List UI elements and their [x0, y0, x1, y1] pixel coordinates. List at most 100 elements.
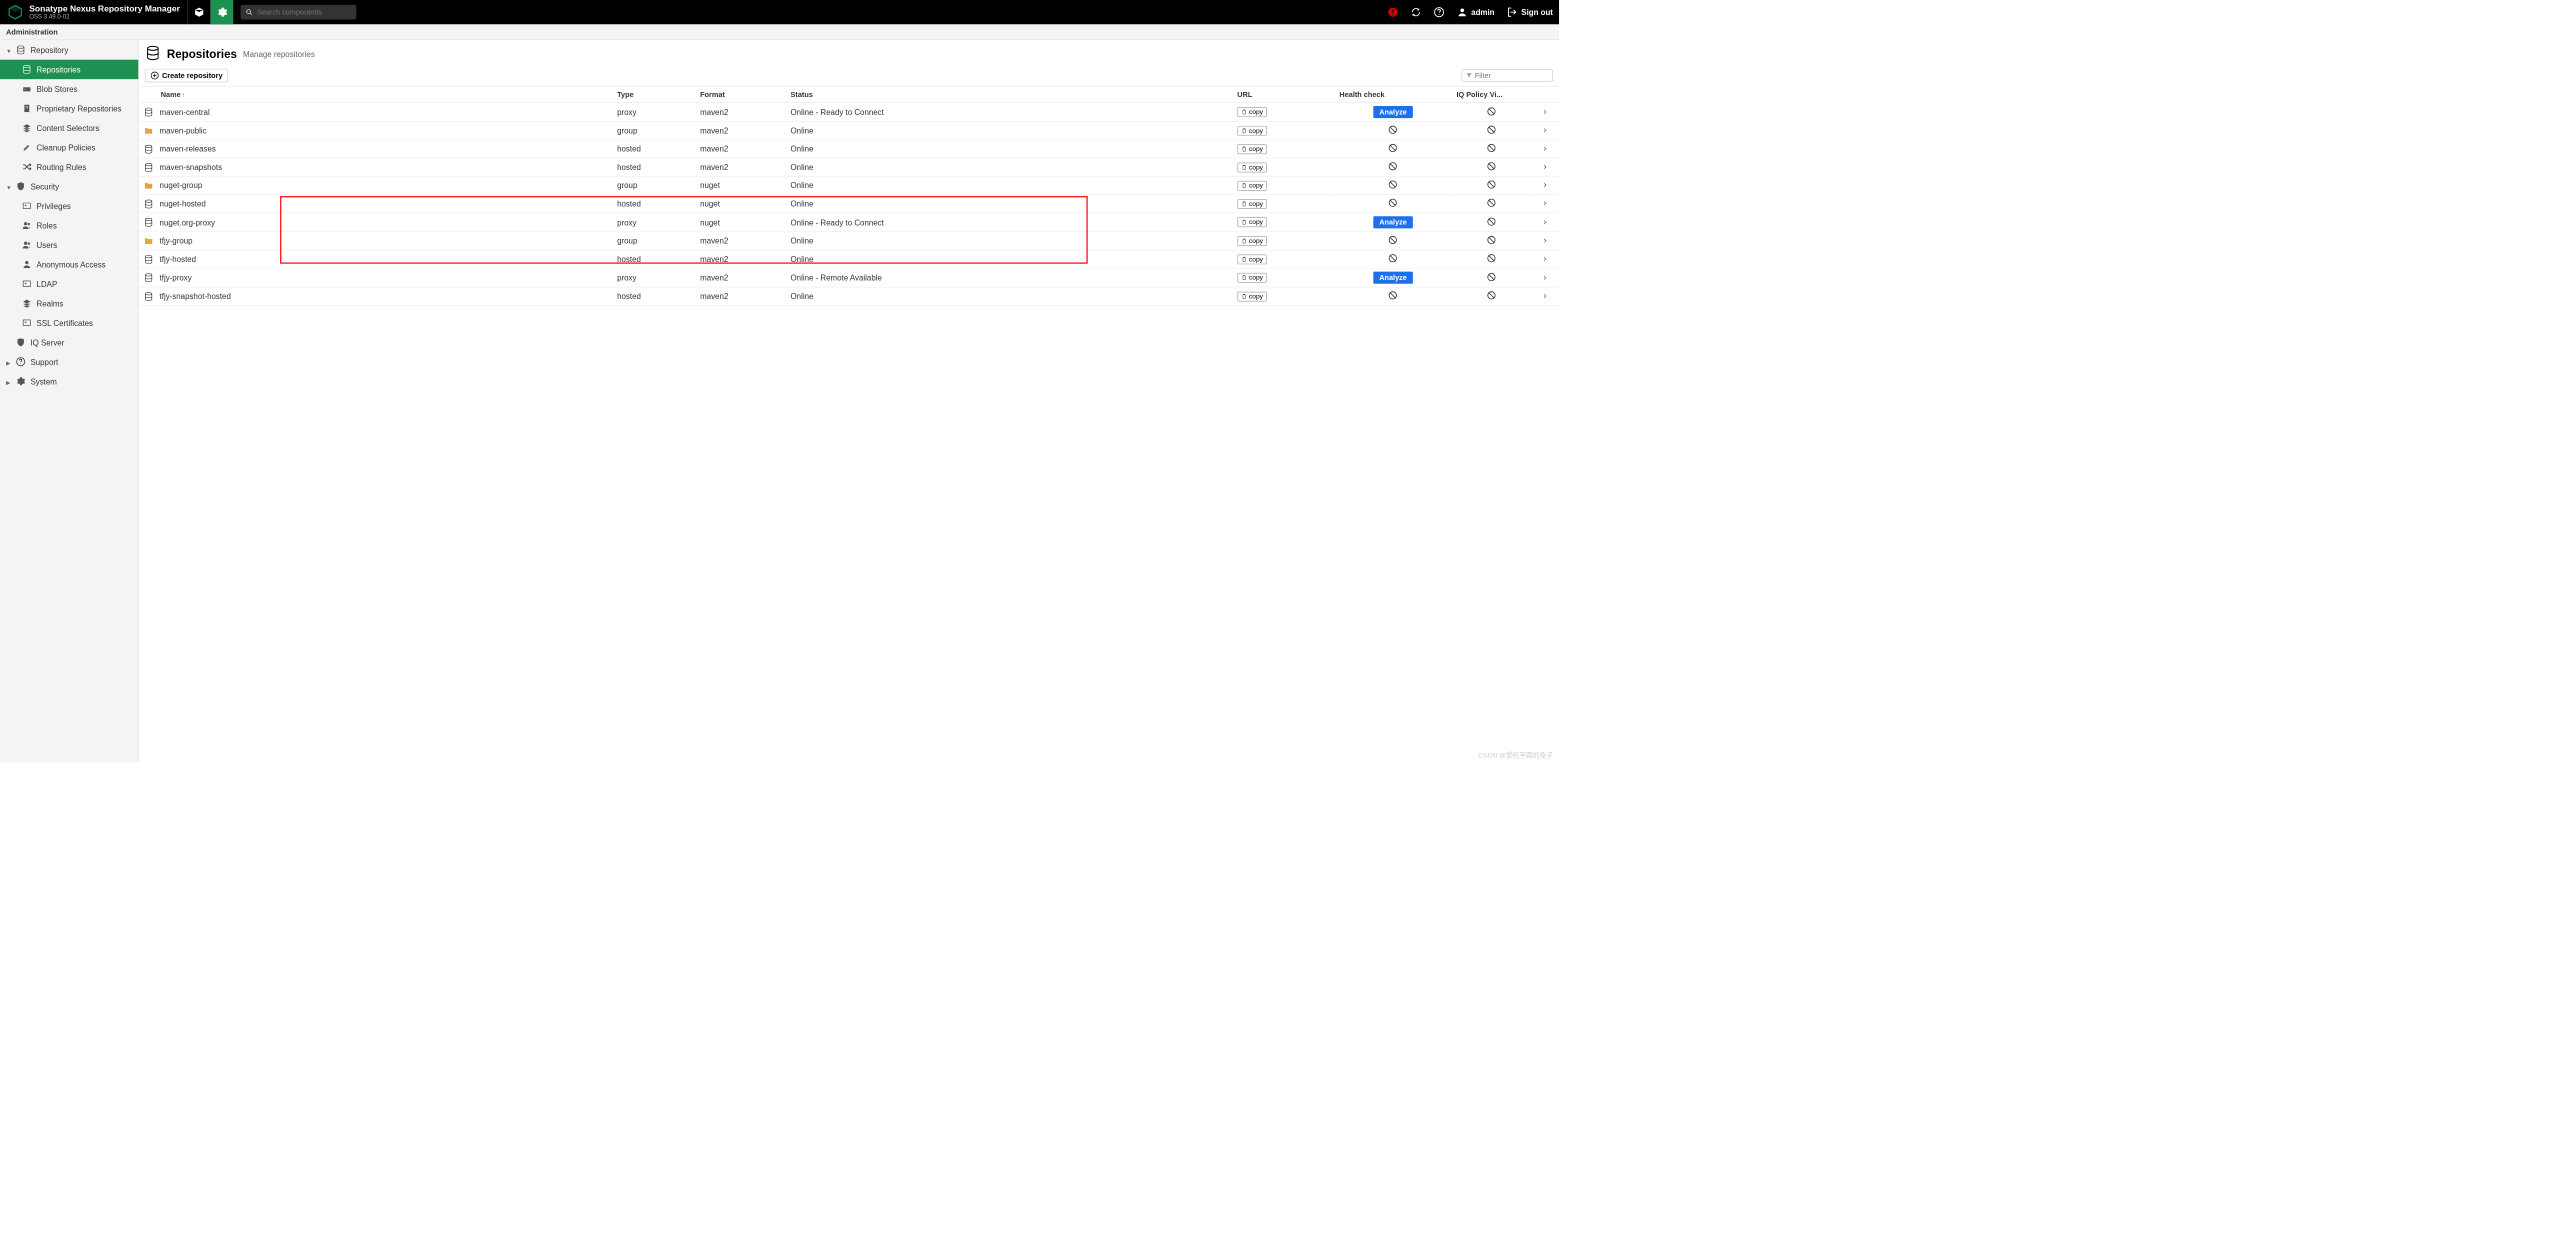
browse-mode-button[interactable]	[187, 0, 210, 24]
repo-type: proxy	[612, 213, 695, 232]
chevron-right-icon[interactable]	[1542, 273, 1548, 282]
col-format[interactable]: Format	[695, 86, 785, 102]
chevron-right-icon[interactable]	[1542, 181, 1548, 190]
top-bar: Sonatype Nexus Repository Manager OSS 3.…	[0, 0, 1559, 24]
table-row[interactable]: tfjy-group group maven2 Online copy	[139, 232, 1559, 250]
table-row[interactable]: tfjy-proxy proxy maven2 Online - Remote …	[139, 268, 1559, 287]
copy-url-button[interactable]: copy	[1237, 162, 1266, 172]
repo-status: Online	[786, 158, 1233, 176]
sidebar-item-blob-stores[interactable]: Blob Stores	[0, 79, 138, 98]
sidebar-item-realms[interactable]: Realms	[0, 294, 138, 313]
copy-url-button[interactable]: copy	[1237, 273, 1266, 283]
repo-type-icon	[144, 236, 154, 246]
repo-type-icon	[144, 273, 154, 283]
sidebar-item-system[interactable]: System	[0, 371, 138, 390]
col-health[interactable]: Health check	[1335, 86, 1452, 102]
chevron-right-icon[interactable]	[1542, 199, 1548, 208]
copy-url-button[interactable]: copy	[1237, 254, 1266, 264]
repo-format: nuget	[695, 213, 785, 232]
table-row[interactable]: maven-releases hosted maven2 Online copy	[139, 140, 1559, 158]
chevron-right-icon[interactable]	[1542, 126, 1548, 135]
repo-name: maven-central	[160, 107, 210, 116]
copy-url-button[interactable]: copy	[1237, 144, 1266, 154]
table-row[interactable]: maven-snapshots hosted maven2 Online cop…	[139, 158, 1559, 176]
chevron-right-icon[interactable]	[1542, 144, 1548, 153]
repo-type-icon	[144, 107, 154, 117]
watermark: CSDN @爱吃芋圆的兔子	[1478, 750, 1553, 760]
col-type[interactable]: Type	[612, 86, 695, 102]
repo-status: Online	[786, 195, 1233, 213]
repo-status: Online	[786, 232, 1233, 250]
copy-url-button[interactable]: copy	[1237, 217, 1266, 227]
analyze-button[interactable]: Analyze	[1373, 106, 1413, 118]
repo-type: hosted	[612, 140, 695, 158]
sidebar-item-privileges[interactable]: Privileges	[0, 196, 138, 215]
repo-type-icon	[144, 162, 154, 172]
copy-url-button[interactable]: copy	[1237, 291, 1266, 301]
disabled-icon	[1487, 146, 1497, 155]
sidebar-item-iq-server[interactable]: IQ Server	[0, 333, 138, 352]
table-row[interactable]: tfjy-hosted hosted maven2 Online copy	[139, 250, 1559, 268]
disabled-icon	[1388, 256, 1398, 265]
sidebar-item-ldap[interactable]: LDAP	[0, 274, 138, 293]
admin-strip: Administration	[0, 24, 1559, 40]
help-button[interactable]	[1427, 0, 1450, 24]
sidebar-item-security[interactable]: Security	[0, 177, 138, 196]
sidebar-item-content-selectors[interactable]: Content Selectors	[0, 118, 138, 137]
chevron-right-icon[interactable]	[1542, 163, 1548, 172]
repo-status: Online	[786, 121, 1233, 139]
table-row[interactable]: maven-public group maven2 Online copy	[139, 121, 1559, 139]
copy-url-button[interactable]: copy	[1237, 236, 1266, 246]
filter-box[interactable]	[1462, 69, 1553, 81]
sidebar-item-repository[interactable]: Repository	[0, 40, 138, 59]
analyze-button[interactable]: Analyze	[1373, 216, 1413, 228]
user-label: admin	[1471, 8, 1494, 17]
col-url[interactable]: URL	[1232, 86, 1334, 102]
create-repository-button[interactable]: Create repository	[145, 69, 228, 82]
col-name[interactable]: Name↑	[139, 86, 612, 102]
copy-url-button[interactable]: copy	[1237, 107, 1266, 117]
signout-label: Sign out	[1521, 8, 1553, 17]
chevron-right-icon[interactable]	[1542, 236, 1548, 245]
sidebar-item-proprietary[interactable]: Proprietary Repositories	[0, 99, 138, 118]
col-status[interactable]: Status	[786, 86, 1233, 102]
signout-button[interactable]: Sign out	[1501, 0, 1559, 24]
sidebar-item-anonymous[interactable]: Anonymous Access	[0, 255, 138, 274]
search-input[interactable]	[257, 8, 352, 17]
repo-type-icon	[144, 144, 154, 154]
sidebar-item-routing[interactable]: Routing Rules	[0, 157, 138, 176]
filter-input[interactable]	[1475, 71, 1549, 80]
table-row[interactable]: nuget.org-proxy proxy nuget Online - Rea…	[139, 213, 1559, 232]
brand-logo[interactable]: Sonatype Nexus Repository Manager OSS 3.…	[0, 0, 187, 24]
disabled-icon	[1388, 146, 1398, 155]
page-subtitle: Manage repositories	[243, 50, 315, 59]
disabled-icon	[1388, 127, 1398, 136]
sidebar-item-cleanup[interactable]: Cleanup Policies	[0, 138, 138, 157]
sidebar-item-roles[interactable]: Roles	[0, 216, 138, 235]
table-row[interactable]: nuget-hosted hosted nuget Online copy	[139, 195, 1559, 213]
chevron-right-icon[interactable]	[1542, 292, 1548, 301]
refresh-button[interactable]	[1404, 0, 1427, 24]
user-menu[interactable]: admin	[1450, 0, 1500, 24]
sidebar-item-ssl[interactable]: SSL Certificates	[0, 313, 138, 332]
alerts-button[interactable]	[1381, 0, 1404, 24]
chevron-right-icon[interactable]	[1542, 218, 1548, 227]
analyze-button[interactable]: Analyze	[1373, 272, 1413, 284]
admin-mode-button[interactable]	[210, 0, 233, 24]
col-iq[interactable]: IQ Policy Vi...	[1452, 86, 1532, 102]
repo-type-icon	[144, 291, 154, 301]
chevron-right-icon[interactable]	[1542, 255, 1548, 264]
sidebar-item-users[interactable]: Users	[0, 235, 138, 254]
repo-format: maven2	[695, 268, 785, 287]
sidebar-item-repositories[interactable]: Repositories	[0, 60, 138, 79]
sidebar-item-support[interactable]: Support	[0, 352, 138, 371]
copy-url-button[interactable]: copy	[1237, 126, 1266, 136]
copy-url-button[interactable]: copy	[1237, 181, 1266, 191]
copy-url-button[interactable]: copy	[1237, 199, 1266, 209]
table-row[interactable]: tfjy-snapshot-hosted hosted maven2 Onlin…	[139, 287, 1559, 305]
table-row[interactable]: nuget-group group nuget Online copy	[139, 176, 1559, 194]
table-row[interactable]: maven-central proxy maven2 Online - Read…	[139, 103, 1559, 122]
chevron-right-icon[interactable]	[1542, 107, 1548, 116]
search-box[interactable]	[241, 5, 357, 20]
repo-status: Online	[786, 140, 1233, 158]
